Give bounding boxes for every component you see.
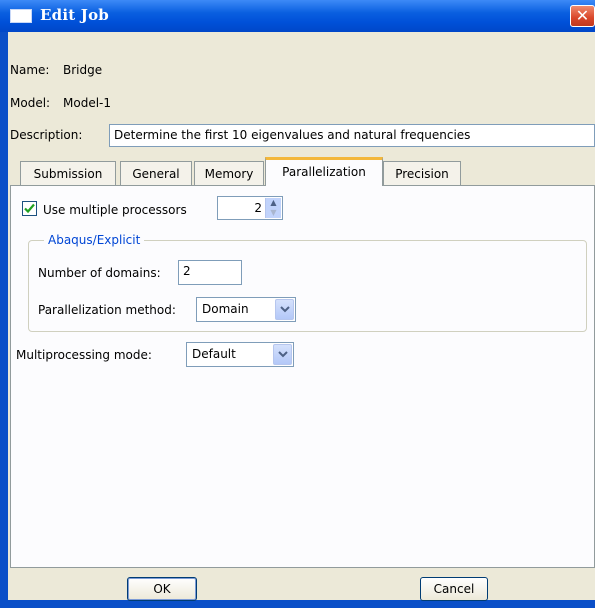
abaqus-explicit-group [28, 240, 587, 332]
model-value: Model-1 [63, 96, 111, 110]
abaqus-explicit-group-title: Abaqus/Explicit [44, 233, 145, 247]
name-value: Bridge [63, 63, 103, 77]
description-label: Description: [10, 128, 83, 142]
chevron-down-icon[interactable] [273, 344, 292, 365]
parallelization-method-select[interactable]: Domain [196, 297, 296, 322]
spin-up-icon[interactable]: ▲ [266, 198, 281, 208]
cancel-button[interactable]: Cancel [420, 577, 488, 601]
model-label: Model: [10, 96, 51, 110]
use-multiple-processors-label: Use multiple processors [43, 203, 187, 217]
close-button[interactable]: ✕ [570, 5, 595, 27]
processors-value: 2 [254, 201, 262, 215]
window-frame-left [0, 32, 8, 608]
tab-memory[interactable]: Memory [194, 161, 264, 185]
close-icon: ✕ [575, 6, 590, 25]
parallelization-method-value: Domain [202, 302, 249, 316]
chevron-down-icon[interactable] [275, 299, 294, 320]
tab-precision[interactable]: Precision [383, 161, 461, 185]
title-bar[interactable]: Edit Job ✕ [0, 0, 595, 32]
window-title: Edit Job [40, 6, 109, 24]
use-multiple-processors-checkbox[interactable] [22, 201, 37, 216]
window-frame-bottom [0, 600, 595, 608]
spin-buttons[interactable]: ▲ ▼ [265, 198, 281, 218]
domains-label: Number of domains: [38, 266, 161, 280]
description-input[interactable]: Determine the first 10 eigenvalues and n… [109, 124, 595, 147]
tab-general[interactable]: General [120, 161, 192, 185]
spin-down-icon[interactable]: ▼ [266, 208, 281, 218]
tab-submission[interactable]: Submission [20, 161, 116, 185]
multiprocessing-mode-value: Default [192, 347, 236, 361]
multiprocessing-mode-select[interactable]: Default [186, 342, 294, 367]
ok-button[interactable]: OK [127, 577, 197, 601]
window-icon [10, 9, 32, 23]
domains-input[interactable]: 2 [178, 260, 242, 285]
name-label: Name: [10, 63, 50, 77]
edit-job-dialog: Edit Job ✕ Name: Bridge Model: Model-1 D… [0, 0, 595, 608]
checkmark-icon [24, 203, 35, 214]
parallelization-method-label: Parallelization method: [38, 303, 176, 317]
tab-parallelization[interactable]: Parallelization [265, 157, 383, 186]
processors-spinbox[interactable]: 2 ▲ ▼ [217, 196, 283, 220]
multiprocessing-mode-label: Multiprocessing mode: [16, 348, 152, 362]
